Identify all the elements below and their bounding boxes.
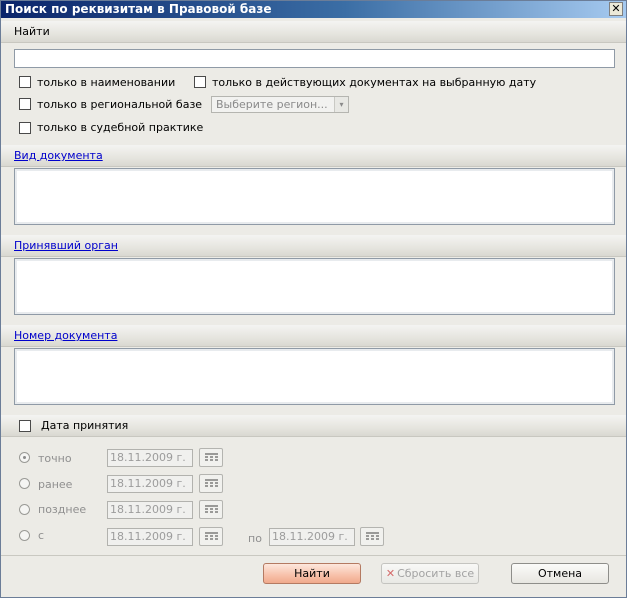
calendar-icon[interactable] (199, 527, 223, 546)
find-button[interactable]: Найти (263, 563, 361, 584)
reset-all-button[interactable]: ✕ Сбросить все (381, 563, 479, 584)
radio-exact-label: точно (38, 452, 72, 465)
date-earlier-input[interactable]: 18.11.2009 г. (107, 475, 193, 493)
judicial-checkbox[interactable] (19, 122, 31, 134)
name-only-checkbox[interactable] (19, 76, 31, 88)
chevron-down-icon[interactable]: ▾ (334, 97, 348, 112)
calendar-icon[interactable] (360, 527, 384, 546)
authority-header: Принявший орган (1, 235, 626, 257)
radio-later[interactable] (19, 504, 30, 515)
radio-range-label: с (38, 529, 45, 542)
date-header: Дата принятия (1, 415, 626, 437)
date-checkbox[interactable] (19, 420, 31, 432)
doc-number-field[interactable] (14, 348, 615, 405)
dialog-title: Поиск по реквизитам в Правовой базе (5, 2, 272, 16)
date-label: Дата принятия (41, 419, 129, 432)
search-dialog: Поиск по реквизитам в Правовой базе ✕ На… (0, 0, 627, 598)
date-from-input[interactable]: 18.11.2009 г. (107, 528, 193, 546)
radio-earlier[interactable] (19, 478, 30, 489)
regional-base-checkbox[interactable] (19, 98, 31, 110)
date-later-input[interactable]: 18.11.2009 г. (107, 501, 193, 519)
name-only-label: только в наименовании (37, 76, 176, 89)
find-header: Найти (1, 21, 626, 43)
active-docs-checkbox[interactable] (194, 76, 206, 88)
reset-all-label: Сбросить все (397, 567, 475, 580)
radio-range[interactable] (19, 530, 30, 541)
region-select-value: Выберите регион... (216, 98, 328, 111)
doc-type-link[interactable]: Вид документа (14, 149, 103, 162)
title-bar: Поиск по реквизитам в Правовой базе ✕ (1, 1, 626, 18)
to-label: по (248, 532, 262, 545)
radio-later-label: позднее (38, 503, 87, 516)
calendar-icon[interactable] (199, 500, 223, 519)
date-to-input[interactable]: 18.11.2009 г. (269, 528, 355, 546)
doc-number-link[interactable]: Номер документа (14, 329, 117, 342)
judicial-label: только в судебной практике (37, 121, 204, 134)
radio-earlier-label: ранее (38, 478, 73, 491)
region-select[interactable]: Выберите регион... ▾ (211, 96, 349, 113)
doc-type-header: Вид документа (1, 145, 626, 167)
footer-divider (1, 555, 626, 556)
doc-type-field[interactable] (14, 168, 615, 225)
radio-exact[interactable] (19, 452, 30, 463)
doc-number-header: Номер документа (1, 325, 626, 347)
calendar-icon[interactable] (199, 448, 223, 467)
date-exact-input[interactable]: 18.11.2009 г. (107, 449, 193, 467)
authority-field[interactable] (14, 258, 615, 315)
regional-base-label: только в региональной базе (37, 98, 203, 111)
find-label: Найти (14, 25, 50, 38)
active-docs-label: только в действующих документах на выбра… (212, 76, 537, 89)
close-icon: ✕ (385, 567, 396, 580)
calendar-icon[interactable] (199, 474, 223, 493)
close-icon[interactable]: ✕ (609, 2, 623, 16)
search-query-input[interactable] (14, 49, 615, 68)
authority-link[interactable]: Принявший орган (14, 239, 118, 252)
cancel-button[interactable]: Отмена (511, 563, 609, 584)
